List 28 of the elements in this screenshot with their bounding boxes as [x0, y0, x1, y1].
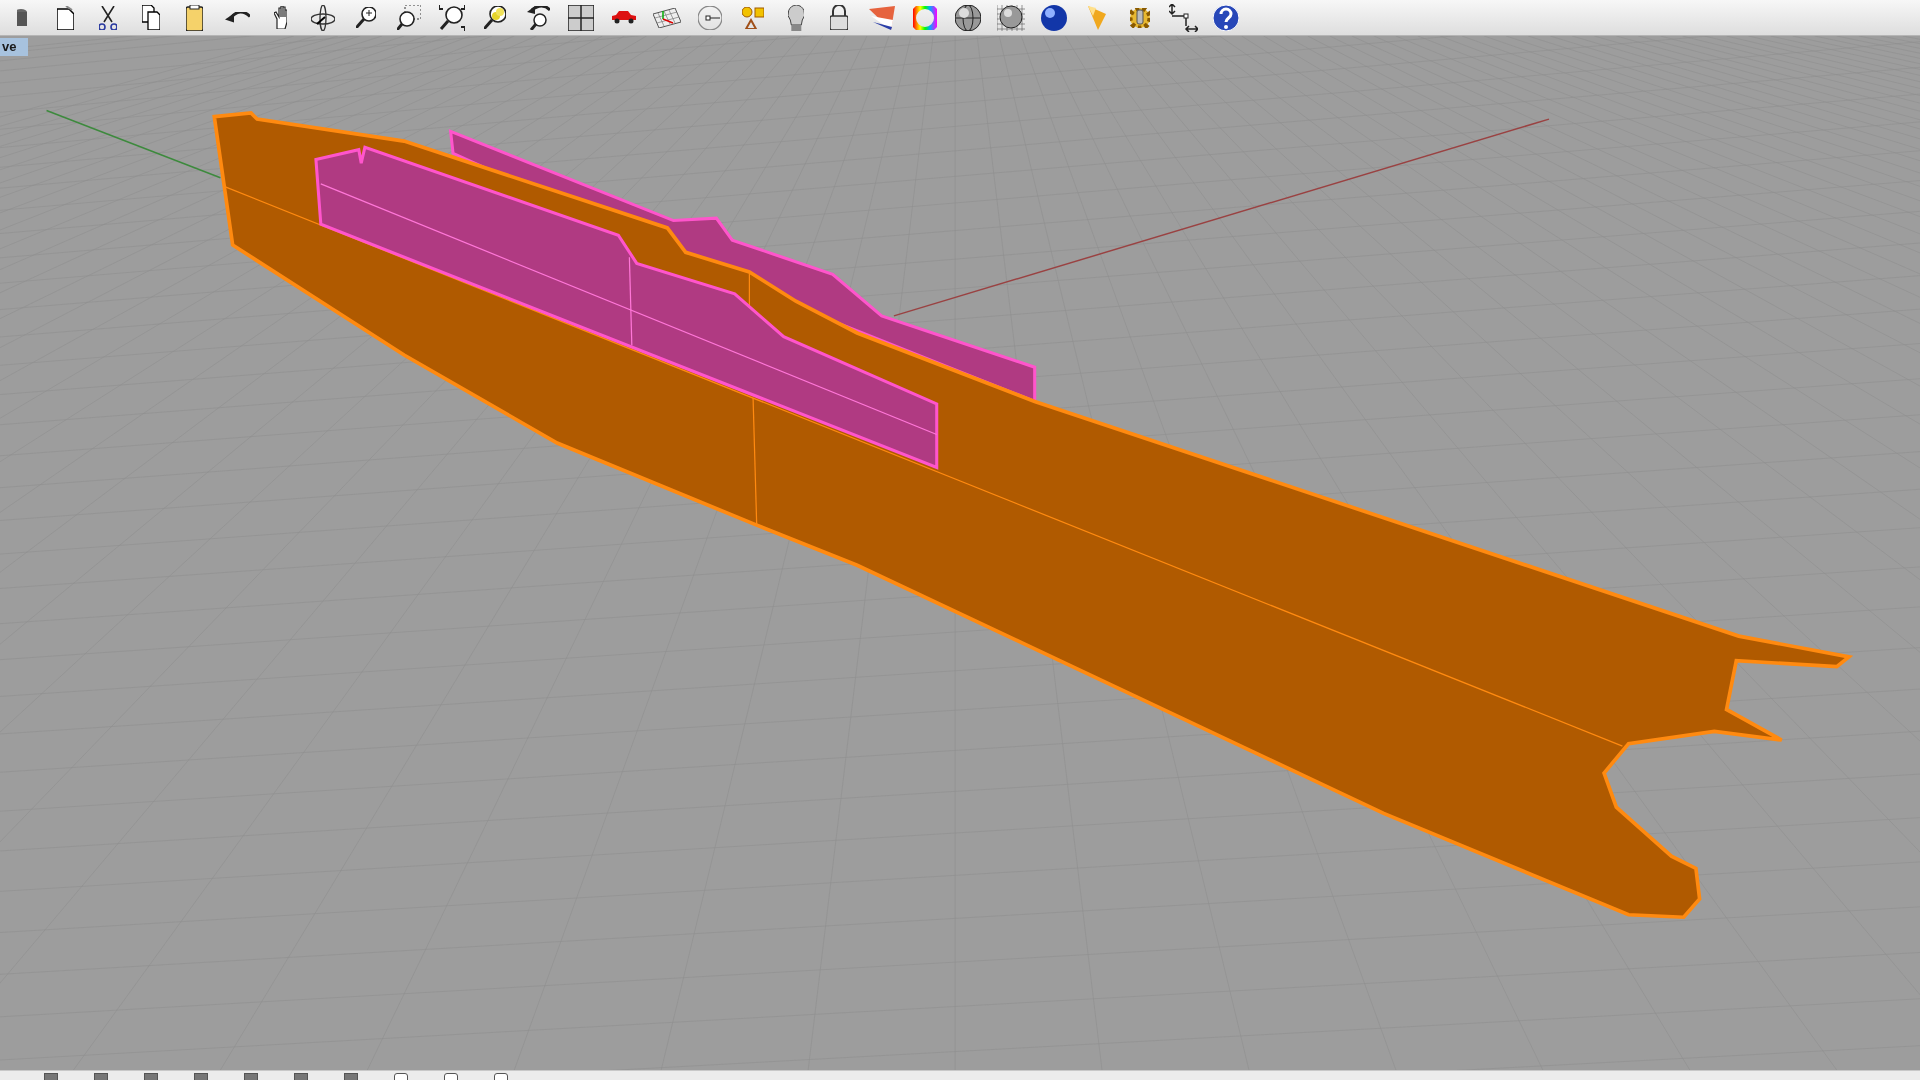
rotate-icon — [311, 4, 335, 31]
light-bulb-icon — [787, 4, 805, 31]
viewport[interactable]: ve — [0, 36, 1920, 1070]
zoom-selected-icon — [484, 6, 506, 29]
grid-icon — [653, 7, 681, 28]
clipboard-icon — [185, 4, 203, 31]
pan-icon — [273, 6, 287, 29]
car-icon — [612, 11, 636, 24]
copy-icon — [142, 5, 160, 30]
four-viewports-icon — [568, 4, 594, 31]
gear-icon — [1130, 7, 1150, 28]
zoom-extents-icon — [439, 4, 465, 31]
shapes-icon — [742, 6, 764, 29]
layers-icon — [869, 5, 895, 30]
undo-icon — [224, 12, 250, 23]
grid-sphere-icon — [997, 4, 1025, 31]
shaded-sphere-icon — [1041, 4, 1067, 31]
help-icon — [1213, 4, 1239, 31]
cone-icon — [1088, 5, 1106, 30]
cut-icon — [99, 5, 117, 30]
color-wheel-icon — [913, 5, 937, 30]
dimension-icon — [1168, 3, 1198, 32]
zoom-icon — [356, 7, 376, 28]
zoom-window-icon — [397, 5, 421, 30]
undo-view-icon — [526, 5, 550, 30]
lock-icon — [830, 5, 848, 30]
viewport-title[interactable]: ve — [0, 38, 28, 56]
new-document-icon — [56, 5, 74, 30]
